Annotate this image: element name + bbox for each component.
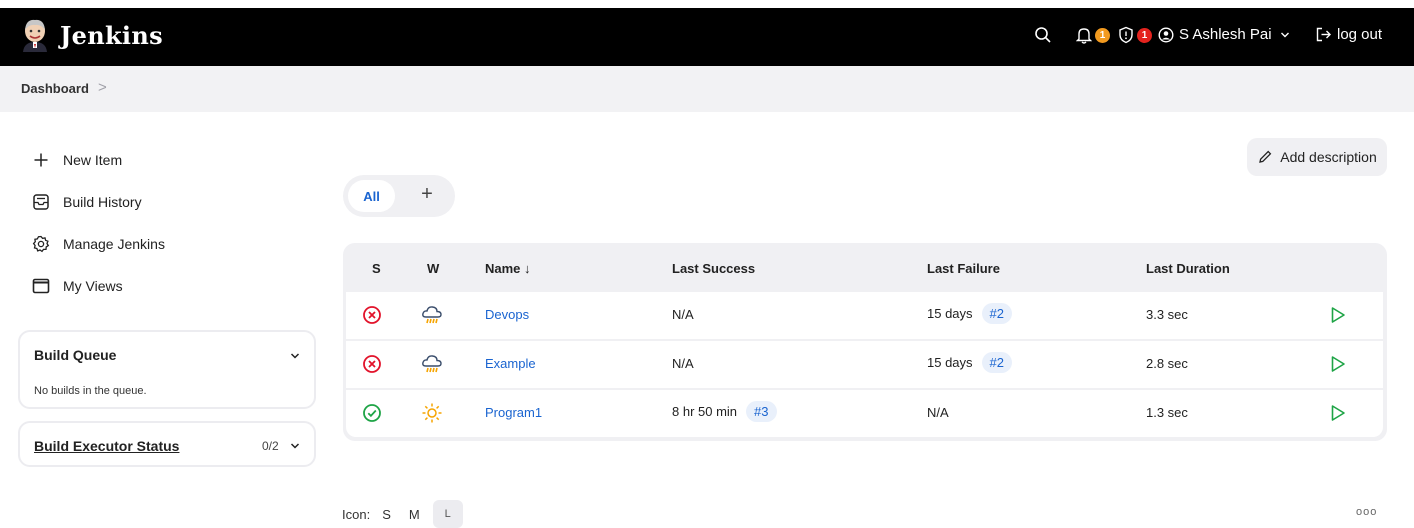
column-header-last-failure[interactable]: Last Failure bbox=[927, 261, 1000, 276]
plus-icon bbox=[31, 150, 51, 170]
last-success: N/A bbox=[672, 356, 694, 371]
pencil-icon bbox=[1259, 150, 1272, 163]
last-failure: 15 days #2 bbox=[927, 303, 1013, 324]
search-icon bbox=[1035, 27, 1051, 43]
logout-link[interactable]: log out bbox=[1315, 26, 1382, 43]
breadcrumb: Dashboard > bbox=[0, 66, 1414, 112]
status-failed-icon bbox=[363, 306, 381, 324]
schedule-build-play-icon[interactable] bbox=[1330, 355, 1346, 373]
build-queue-empty-text: No builds in the queue. bbox=[34, 385, 147, 397]
weather-storm-icon bbox=[422, 355, 442, 373]
top-header: Jenkins 1 1 S Ashlesh Pai log out bbox=[0, 8, 1414, 66]
build-queue-title[interactable]: Build Queue bbox=[34, 347, 116, 363]
weather-sunny-icon bbox=[422, 403, 442, 423]
table-row: Example N/A 15 days #2 2.8 sec bbox=[346, 341, 1383, 388]
column-header-weather[interactable]: W bbox=[427, 261, 439, 276]
bell-icon bbox=[1076, 28, 1092, 44]
view-tabs: All + bbox=[343, 175, 455, 217]
sidebar-item-build-history[interactable]: Build History bbox=[31, 192, 142, 212]
search-button[interactable] bbox=[1034, 26, 1052, 44]
last-failure-build-link[interactable]: #2 bbox=[981, 303, 1013, 324]
user-menu[interactable]: S Ashlesh Pai bbox=[1158, 26, 1290, 43]
last-success-build-link[interactable]: #3 bbox=[746, 401, 777, 422]
table-row: Devops N/A 15 days #2 3.3 sec bbox=[346, 292, 1383, 339]
job-name-link[interactable]: Devops bbox=[485, 307, 529, 322]
user-avatar-icon bbox=[1158, 26, 1174, 43]
add-view-button[interactable]: + bbox=[415, 183, 439, 206]
last-failure-time: 15 days bbox=[927, 355, 973, 370]
chevron-down-icon[interactable] bbox=[290, 351, 300, 361]
last-duration: 2.8 sec bbox=[1146, 356, 1188, 371]
add-description-button[interactable]: Add description bbox=[1247, 138, 1387, 176]
gear-icon bbox=[31, 234, 51, 254]
icon-size-medium[interactable]: M bbox=[409, 507, 420, 522]
logout-label: log out bbox=[1337, 26, 1383, 43]
jobs-table: S W Name ↓ Last Success Last Failure Las… bbox=[343, 243, 1387, 441]
status-success-icon bbox=[363, 404, 381, 422]
notifications-button[interactable]: 1 bbox=[1076, 26, 1110, 44]
sidebar-item-label: New Item bbox=[63, 152, 123, 168]
icon-size-small[interactable]: S bbox=[382, 507, 391, 522]
last-failure: N/A bbox=[927, 405, 949, 420]
weather-storm-icon bbox=[422, 306, 442, 324]
security-button[interactable]: 1 bbox=[1118, 26, 1152, 44]
sidebar-item-label: Manage Jenkins bbox=[63, 236, 165, 252]
last-failure-time: 15 days bbox=[927, 306, 973, 321]
notifications-badge: 1 bbox=[1095, 27, 1110, 43]
user-name: S Ashlesh Pai bbox=[1179, 26, 1272, 43]
security-badge: 1 bbox=[1137, 27, 1152, 43]
window-icon bbox=[31, 276, 51, 296]
more-options-icon[interactable]: ooo bbox=[1356, 506, 1377, 518]
sidebar-item-manage-jenkins[interactable]: Manage Jenkins bbox=[31, 234, 165, 254]
schedule-build-play-icon[interactable] bbox=[1330, 404, 1346, 422]
status-failed-icon bbox=[363, 355, 381, 373]
last-success: N/A bbox=[672, 307, 694, 322]
logout-icon bbox=[1316, 27, 1331, 42]
table-row: Program1 8 hr 50 min #3 N/A 1.3 sec bbox=[346, 390, 1383, 437]
schedule-build-play-icon[interactable] bbox=[1330, 306, 1346, 324]
build-executor-panel: Build Executor Status 0/2 bbox=[18, 421, 316, 467]
breadcrumb-chevron-icon[interactable]: > bbox=[98, 79, 107, 96]
executor-count: 0/2 bbox=[262, 439, 279, 453]
brand-name: Jenkins bbox=[60, 20, 163, 50]
last-duration: 3.3 sec bbox=[1146, 307, 1188, 322]
jenkins-logo-icon bbox=[23, 19, 47, 52]
last-duration: 1.3 sec bbox=[1146, 405, 1188, 420]
column-header-last-success[interactable]: Last Success bbox=[672, 261, 755, 276]
job-name-link[interactable]: Example bbox=[485, 356, 536, 371]
column-header-status[interactable]: S bbox=[372, 261, 381, 276]
build-queue-panel: Build Queue No builds in the queue. bbox=[18, 330, 316, 409]
last-failure-build-link[interactable]: #2 bbox=[981, 352, 1013, 373]
sidebar-item-my-views[interactable]: My Views bbox=[31, 276, 123, 296]
inbox-icon bbox=[31, 192, 51, 212]
last-success: 8 hr 50 min #3 bbox=[672, 401, 777, 422]
shield-icon bbox=[1119, 26, 1133, 44]
jenkins-home-link[interactable]: Jenkins bbox=[20, 18, 163, 52]
sidebar-item-new-item[interactable]: New Item bbox=[31, 150, 122, 170]
sidebar-item-label: My Views bbox=[63, 278, 123, 294]
last-failure: 15 days #2 bbox=[927, 352, 1013, 373]
breadcrumb-dashboard[interactable]: Dashboard bbox=[21, 81, 89, 96]
column-header-name[interactable]: Name ↓ bbox=[485, 261, 531, 276]
chevron-down-icon[interactable] bbox=[290, 441, 300, 451]
add-description-label: Add description bbox=[1280, 149, 1377, 165]
tab-all[interactable]: All bbox=[348, 180, 395, 212]
last-success-time: 8 hr 50 min bbox=[672, 404, 738, 419]
column-header-last-duration[interactable]: Last Duration bbox=[1146, 261, 1230, 276]
sidebar-item-label: Build History bbox=[63, 194, 142, 210]
build-executor-title[interactable]: Build Executor Status bbox=[34, 438, 179, 454]
chevron-down-icon bbox=[1280, 32, 1289, 37]
job-name-link[interactable]: Program1 bbox=[485, 405, 542, 420]
icon-size-label: Icon: bbox=[342, 506, 371, 522]
